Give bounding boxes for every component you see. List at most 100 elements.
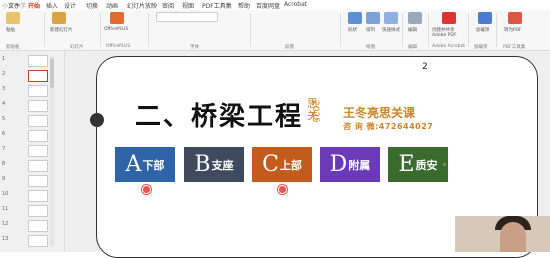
pdf-button[interactable]: 转为PDF bbox=[504, 27, 522, 33]
group-pdf-tools: PDF工具集 bbox=[503, 45, 526, 50]
tile-d-ancillary[interactable]: D 附属 bbox=[320, 147, 380, 182]
new-slide-button[interactable]: 新建幻灯片 bbox=[50, 27, 73, 33]
tab-animations[interactable]: 动画 bbox=[106, 1, 118, 10]
thumb-number: 9 bbox=[2, 176, 6, 182]
paste-icon[interactable] bbox=[6, 12, 20, 24]
officeplus-icon[interactable] bbox=[110, 12, 124, 24]
group-paragraph: 段落 bbox=[285, 45, 294, 50]
tile-letter: B bbox=[194, 152, 211, 177]
tab-insert[interactable]: 插入 bbox=[46, 1, 58, 10]
ribbon: 粘贴 剪贴板 新建幻灯片 幻灯片 OfficePLUS OfficePLUS 字… bbox=[0, 10, 550, 51]
acrobat-button[interactable]: 创建并共享 Adobe PDF bbox=[432, 27, 466, 38]
quick-style-button[interactable]: 快速样式 bbox=[382, 27, 400, 33]
tile-label: 支座 bbox=[211, 158, 234, 172]
tab-design[interactable]: 设计 bbox=[64, 1, 76, 10]
brand-title: 王冬亮思关课 bbox=[343, 106, 416, 120]
slide-thumbnail-3[interactable] bbox=[28, 85, 48, 97]
group-editing: 编辑 bbox=[408, 45, 417, 50]
thumb-number: 2 bbox=[2, 71, 6, 77]
tab-transitions[interactable]: 切换 bbox=[86, 1, 98, 10]
tab-baidu[interactable]: 百度网盘 bbox=[256, 1, 280, 10]
edit-button[interactable]: 编辑 bbox=[408, 27, 417, 33]
bullet-dot bbox=[90, 113, 104, 127]
thumb-number: 8 bbox=[2, 161, 6, 167]
font-name-select[interactable] bbox=[156, 12, 218, 22]
slide-thumbnail-10[interactable] bbox=[28, 190, 48, 202]
tab-review[interactable]: 审阅 bbox=[162, 1, 174, 10]
group-clipboard: 剪贴板 bbox=[6, 45, 20, 50]
slide-title[interactable]: 二、桥梁工程 bbox=[135, 96, 303, 133]
link-anchor-icon[interactable] bbox=[278, 185, 287, 194]
slide-thumbnail-6[interactable] bbox=[28, 130, 48, 142]
thumb-number: 13 bbox=[2, 236, 9, 242]
tab-view[interactable]: 视图 bbox=[182, 1, 194, 10]
arrange-icon[interactable] bbox=[366, 12, 380, 24]
thumb-number: 11 bbox=[2, 206, 9, 212]
slide-thumbnail-11[interactable] bbox=[28, 205, 48, 217]
pdf-icon[interactable] bbox=[508, 12, 522, 24]
group-font: 字体 bbox=[190, 45, 199, 50]
shape-icon[interactable] bbox=[348, 12, 362, 24]
thumb-number: 4 bbox=[2, 101, 6, 107]
thumb-number: 1 bbox=[2, 56, 6, 62]
thumb-number: 10 bbox=[2, 191, 9, 197]
tile-a-substructure[interactable]: A 下部 bbox=[115, 147, 175, 182]
presenter-face bbox=[500, 222, 526, 252]
addins-icon[interactable] bbox=[478, 12, 492, 24]
tab-slideshow[interactable]: 幻灯片放映 bbox=[127, 1, 157, 10]
slide-thumbnail-13[interactable] bbox=[28, 235, 48, 247]
thumbnail-scrollbar-thumb[interactable] bbox=[50, 58, 54, 88]
acrobat-icon[interactable] bbox=[442, 12, 456, 24]
slide-thumbnail-4[interactable] bbox=[28, 100, 48, 112]
tab-pdf-tools[interactable]: PDF工具集 bbox=[202, 1, 232, 10]
group-drawing: 绘图 bbox=[366, 45, 375, 50]
brand-year: 2025 bbox=[310, 100, 320, 123]
officeplus-button[interactable]: OfficePLUS bbox=[104, 27, 128, 32]
slide-thumbnail-8[interactable] bbox=[28, 160, 48, 172]
tile-label: 下部 bbox=[142, 158, 165, 172]
edit-icon[interactable] bbox=[408, 12, 422, 24]
tile-label: 质安 bbox=[415, 158, 438, 172]
tab-acrobat[interactable]: Acrobat bbox=[284, 1, 307, 8]
arrange-button[interactable]: 排列 bbox=[366, 27, 375, 33]
tile-letter: A bbox=[125, 152, 142, 177]
group-slides: 幻灯片 bbox=[70, 45, 84, 50]
tile-letter: E bbox=[398, 152, 415, 177]
shape-button[interactable]: 形状 bbox=[348, 27, 357, 33]
slide-page-number: 2 bbox=[422, 62, 428, 72]
slide-thumbnail-1[interactable] bbox=[28, 55, 48, 67]
small-dot bbox=[443, 163, 446, 166]
thumb-number: 6 bbox=[2, 131, 6, 137]
group-acrobat: Adobe Acrobat bbox=[432, 44, 466, 49]
group-officeplus: OfficePLUS bbox=[106, 44, 131, 49]
addins-button[interactable]: 加载项 bbox=[476, 27, 490, 33]
thumb-number: 12 bbox=[2, 221, 9, 227]
paragraph-row[interactable] bbox=[258, 12, 318, 20]
tile-letter: D bbox=[329, 152, 348, 177]
menu-bar: 小点小学 文件 开始 插入 设计 切换 动画 幻灯片放映 审阅 视图 PDF工具… bbox=[0, 0, 550, 11]
quick-style-icon[interactable] bbox=[384, 12, 398, 24]
tile-letter: C bbox=[262, 152, 279, 177]
slide-thumbnail-12[interactable] bbox=[28, 220, 48, 232]
slide-thumbnail-pane: 1 2 3 4 5 6 7 8 9 10 11 12 13 bbox=[0, 51, 65, 252]
group-addins: 加载项 bbox=[474, 45, 488, 50]
new-slide-icon[interactable] bbox=[52, 12, 66, 24]
tile-b-bearing[interactable]: B 支座 bbox=[184, 147, 244, 182]
slide-thumbnail-9[interactable] bbox=[28, 175, 48, 187]
tile-c-superstructure[interactable]: C 上部 bbox=[252, 147, 312, 182]
slide-thumbnail-7[interactable] bbox=[28, 145, 48, 157]
link-anchor-icon[interactable] bbox=[142, 185, 151, 194]
thumb-number: 7 bbox=[2, 146, 6, 152]
tile-e-quality-safety[interactable]: E 质安 bbox=[388, 147, 448, 182]
tab-help[interactable]: 帮助 bbox=[238, 1, 250, 10]
slide-thumbnail-2[interactable] bbox=[28, 70, 48, 82]
tile-label: 附属 bbox=[348, 158, 371, 172]
font-format-row[interactable] bbox=[156, 24, 246, 32]
tile-label: 上部 bbox=[279, 158, 302, 172]
thumb-number: 5 bbox=[2, 116, 6, 122]
brand-contact: 咨 询 微:472644027 bbox=[343, 122, 434, 131]
paste-button[interactable]: 粘贴 bbox=[6, 27, 15, 33]
thumb-number: 3 bbox=[2, 86, 6, 92]
slide-thumbnail-5[interactable] bbox=[28, 115, 48, 127]
tab-file[interactable]: 文件 bbox=[8, 1, 20, 10]
